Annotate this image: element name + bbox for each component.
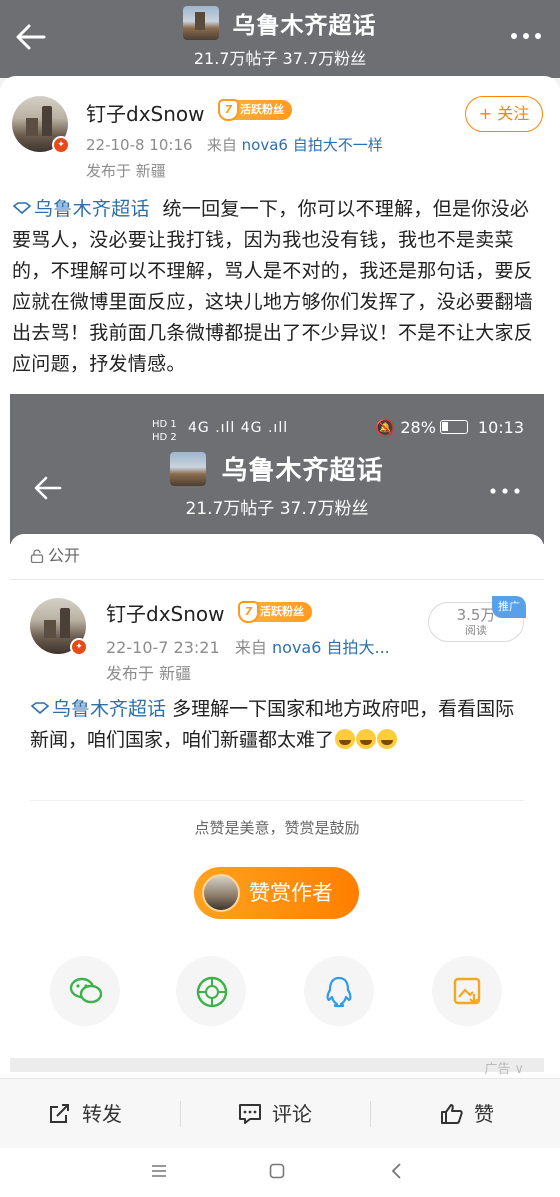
embedded-more-icon bbox=[490, 488, 520, 494]
save-image-share-icon bbox=[432, 956, 502, 1026]
post-body: 乌鲁木齐超话 统一回复一下，你可以不理解，但是你没必要骂人，没必要让我打钱，因为… bbox=[12, 194, 548, 380]
qq-share-icon bbox=[304, 956, 374, 1026]
system-nav-bar bbox=[0, 1148, 560, 1197]
post-source[interactable]: nova6 自拍大不一样 bbox=[242, 136, 383, 154]
embedded-fan-badge-label: 活跃粉丝 bbox=[260, 605, 304, 618]
home-icon[interactable] bbox=[268, 1162, 286, 1180]
follow-button[interactable]: + 关注 bbox=[465, 96, 543, 132]
status-right: 🔕 28% 10:13 bbox=[375, 418, 524, 437]
more-options-icon[interactable] bbox=[508, 24, 544, 48]
post-datetime: 22-10-8 10:16 bbox=[86, 136, 193, 154]
topic-label: 乌鲁木齐超话 bbox=[34, 198, 150, 220]
battery-icon bbox=[439, 420, 468, 434]
unlock-icon bbox=[30, 549, 44, 563]
reward-avatar bbox=[202, 874, 240, 912]
visibility-text: 公开 bbox=[48, 546, 81, 565]
embedded-gray-band bbox=[10, 1058, 544, 1072]
comment-button[interactable]: 评论 bbox=[238, 1079, 312, 1149]
avatar[interactable]: ✦ bbox=[12, 96, 70, 154]
action-bar: 转发 评论 赞 bbox=[0, 1078, 560, 1148]
embedded-username: 钉子dxSnow bbox=[106, 602, 225, 626]
separator bbox=[370, 1101, 371, 1127]
crying-emoji-icon bbox=[335, 729, 356, 749]
embedded-fan-level: 7 bbox=[238, 601, 259, 623]
embedded-header-stats: 21.7万帖子 37.7万粉丝 bbox=[185, 499, 369, 519]
crying-emoji-icon bbox=[356, 729, 377, 749]
fan-badge: 7 活跃粉丝 bbox=[218, 99, 292, 121]
embedded-post-body: 乌鲁木齐超话 多理解一下国家和地方政府吧，看看国际新闻，咱们国家，咱们新疆都太难… bbox=[30, 694, 530, 756]
visibility-label: 公开 bbox=[30, 542, 80, 566]
embedded-topic-thumbnail bbox=[170, 451, 207, 486]
repost-icon bbox=[50, 1104, 69, 1123]
embedded-header-title: 乌鲁木齐超话 bbox=[221, 456, 384, 486]
embedded-topic-link: 乌鲁木齐超话 bbox=[30, 698, 166, 720]
moments-share-icon bbox=[176, 956, 246, 1026]
sim2-label: HD 2 bbox=[152, 432, 177, 443]
sim-labels: HD 1 HD 2 bbox=[152, 420, 177, 443]
header-stats: 21.7万帖子 37.7万粉丝 bbox=[193, 49, 367, 68]
topic-thumbnail bbox=[183, 6, 220, 40]
like-label: 赞 bbox=[474, 1102, 494, 1126]
embedded-divider bbox=[30, 800, 524, 801]
reward-author-button: 赞赏作者 bbox=[194, 867, 359, 919]
embedded-post-meta: 22-10-7 23:21 来自 nova6 自拍大... bbox=[106, 634, 390, 658]
embedded-post-card: 公开 ✦ 钉子dxSnow 7 活跃粉丝 22-10-7 23:21 来自 no… bbox=[10, 534, 544, 1079]
embedded-avatar: ✦ bbox=[30, 598, 88, 656]
post-card: ✦ 钉子dxSnow 7 活跃粉丝 22-10-8 10:16 来自 nova6… bbox=[0, 76, 560, 1079]
reads-label: 阅读 bbox=[465, 624, 487, 637]
embedded-diamond-icon bbox=[30, 702, 50, 714]
signal-icons: 4G .ıll 4G .ıll bbox=[188, 420, 289, 436]
embedded-screenshot-image[interactable]: HD 1 HD 2 4G .ıll 4G .ıll 🔕 28% 10:13 乌鲁木… bbox=[10, 394, 544, 1079]
post-location: 发布于 新疆 bbox=[86, 162, 166, 180]
embedded-post-datetime: 22-10-7 23:21 bbox=[106, 638, 220, 657]
wechat-share-icon bbox=[50, 956, 120, 1026]
menu-icon[interactable] bbox=[150, 1162, 168, 1180]
fan-badge-label: 活跃粉丝 bbox=[240, 103, 284, 116]
nav-back-icon[interactable] bbox=[388, 1162, 406, 1180]
header-title-row[interactable]: 乌鲁木齐超话 bbox=[0, 6, 560, 40]
comment-label: 评论 bbox=[272, 1102, 312, 1126]
post-meta: 22-10-8 10:16 来自 nova6 自拍大不一样 bbox=[86, 134, 383, 155]
divider bbox=[10, 579, 544, 580]
separator bbox=[180, 1101, 181, 1127]
header-title: 乌鲁木齐超话 bbox=[232, 13, 377, 39]
like-button[interactable]: 赞 bbox=[440, 1079, 494, 1149]
reward-label: 赞赏作者 bbox=[249, 881, 333, 905]
comment-icon bbox=[239, 1104, 261, 1124]
crying-emoji-icon bbox=[377, 729, 398, 749]
embedded-header: HD 1 HD 2 4G .ıll 4G .ıll 🔕 28% 10:13 乌鲁木… bbox=[10, 394, 544, 544]
mute-bell-icon: 🔕 bbox=[375, 418, 396, 437]
repost-button[interactable]: 转发 bbox=[48, 1079, 122, 1149]
fan-level: 7 bbox=[218, 99, 239, 121]
topic-link[interactable]: 乌鲁木齐超话 bbox=[12, 198, 150, 220]
embedded-post-location: 发布于 新疆 bbox=[106, 664, 192, 683]
ad-label[interactable]: 广告 ∨ bbox=[484, 1058, 524, 1077]
topic-header: 乌鲁木齐超话 21.7万帖子 37.7万粉丝 bbox=[0, 0, 560, 78]
embedded-post-source: nova6 自拍大... bbox=[272, 638, 390, 657]
diamond-icon bbox=[12, 202, 32, 214]
embedded-status-bar: HD 1 HD 2 4G .ıll 4G .ıll 🔕 28% 10:13 bbox=[10, 416, 544, 446]
sim1-label: HD 1 bbox=[152, 419, 177, 430]
thumbs-up-icon bbox=[441, 1104, 463, 1124]
promo-badge: 推广 bbox=[492, 596, 526, 618]
praise-text: 点赞是美意，赞赏是鼓励 bbox=[194, 819, 360, 837]
post-text: 统一回复一下，你可以不理解，但是你没必要骂人，没必要让我打钱，因为我也没有钱，我… bbox=[12, 198, 534, 375]
source-prefix: 来自 bbox=[206, 136, 237, 154]
repost-label: 转发 bbox=[82, 1102, 122, 1126]
battery-percent: 28% bbox=[400, 418, 436, 437]
embedded-topic-label: 乌鲁木齐超话 bbox=[52, 698, 167, 720]
embedded-fan-badge: 7 活跃粉丝 bbox=[238, 601, 312, 623]
username[interactable]: 钉子dxSnow bbox=[86, 98, 205, 127]
verified-badge-icon: ✦ bbox=[52, 136, 70, 154]
embedded-verified-badge-icon: ✦ bbox=[70, 638, 88, 656]
embedded-source-prefix: 来自 bbox=[234, 638, 267, 657]
embedded-title-row: 乌鲁木齐超话 bbox=[10, 450, 544, 487]
status-time: 10:13 bbox=[477, 418, 524, 437]
